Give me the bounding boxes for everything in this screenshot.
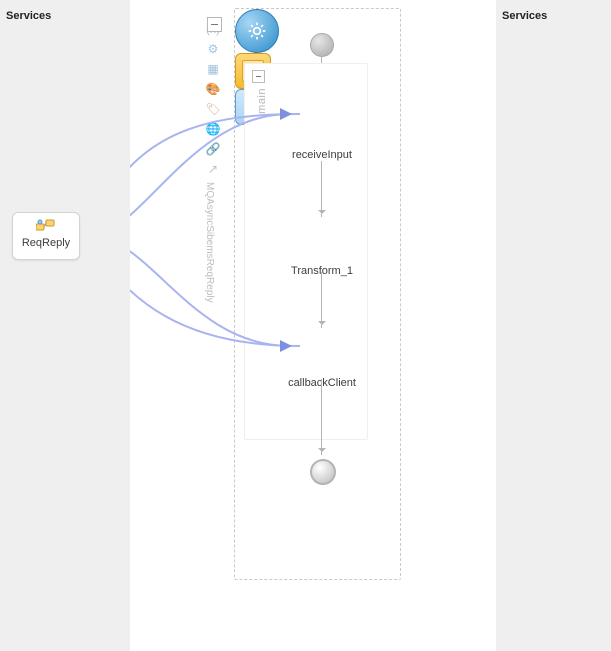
center-canvas: (x)⚙▦🎨🏷🌐🔗↗ MQAsyncSibemsReqReply main bbox=[130, 0, 496, 651]
start-node[interactable] bbox=[310, 33, 334, 57]
palette-strip: (x)⚙▦🎨🏷🌐🔗↗ MQAsyncSibemsReqReply bbox=[204, 20, 222, 303]
gear-icon bbox=[247, 21, 267, 41]
table-icon[interactable]: ▦ bbox=[204, 60, 222, 78]
right-panel: Services bbox=[496, 0, 611, 651]
globe-icon[interactable]: 🌐 bbox=[204, 120, 222, 138]
diagram-canvas: Services ReqReply Services (x)⚙▦🎨🏷🌐🔗↗ MQ… bbox=[0, 0, 611, 651]
partner-link-reqreply[interactable]: ReqReply bbox=[12, 212, 80, 260]
receive-label: receiveInput bbox=[260, 149, 384, 161]
right-panel-title: Services bbox=[502, 10, 605, 22]
left-panel-title: Services bbox=[6, 10, 124, 22]
callback-label: callbackClient bbox=[260, 377, 384, 389]
link-icon[interactable]: 🔗 bbox=[204, 140, 222, 158]
collapse-toggle[interactable] bbox=[207, 17, 222, 32]
flow-arrow bbox=[321, 379, 322, 455]
tag-icon[interactable]: 🏷 bbox=[204, 100, 222, 118]
partner-label: ReqReply bbox=[13, 237, 79, 249]
palette-icon[interactable]: 🎨 bbox=[204, 80, 222, 98]
receive-node[interactable] bbox=[235, 9, 279, 53]
palette-label: MQAsyncSibemsReqReply bbox=[204, 182, 215, 303]
flow-arrow bbox=[321, 272, 322, 328]
transform-label: Transform_1 bbox=[260, 265, 384, 277]
flow-arrow bbox=[321, 161, 322, 217]
share-icon[interactable]: ↗ bbox=[204, 160, 222, 178]
flow-frame: main receiveInput Transform_1 bbox=[234, 8, 401, 580]
gear-icon[interactable]: ⚙ bbox=[204, 40, 222, 58]
subframe-label: main bbox=[256, 88, 268, 114]
collapse-toggle[interactable] bbox=[252, 70, 265, 83]
end-node[interactable] bbox=[310, 459, 336, 485]
partner-icon bbox=[13, 218, 79, 235]
left-panel: Services ReqReply bbox=[0, 0, 130, 651]
